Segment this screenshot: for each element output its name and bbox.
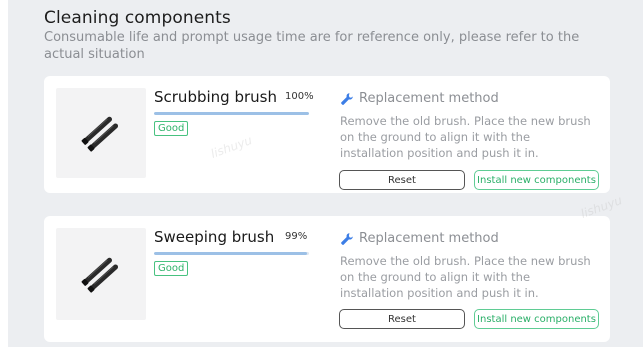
page-subtitle: Consumable life and prompt usage time ar… [44, 30, 580, 62]
life-progress-bar [154, 112, 309, 115]
component-card-sweeping-brush: Sweeping brush 99% Good Replacement meth… [44, 216, 610, 342]
page-edge [0, 0, 8, 347]
wrench-icon [341, 232, 353, 245]
status-badge: Good [154, 261, 189, 276]
life-percent: 99% [285, 231, 308, 242]
status-badge: Good [154, 121, 189, 136]
replacement-method-header: Replacement method [340, 231, 499, 246]
section-header: Cleaning components Consumable life and … [44, 8, 623, 63]
component-name: Scrubbing brush [154, 88, 277, 106]
component-card-scrubbing-brush: Scrubbing brush 100% Good Replacement me… [44, 76, 610, 193]
life-progress-fill [154, 252, 308, 255]
install-new-components-button[interactable]: Install new components [474, 309, 599, 329]
replacement-method-title: Replacement method [359, 91, 499, 106]
brush-icon [81, 257, 119, 293]
install-new-components-button[interactable]: Install new components [474, 170, 599, 190]
component-image [56, 228, 146, 320]
life-percent: 100% [285, 91, 314, 102]
replacement-method-title: Replacement method [359, 231, 499, 246]
component-image [56, 88, 146, 178]
life-progress-fill [154, 112, 309, 115]
component-name: Sweeping brush [154, 228, 275, 246]
brush-icon [81, 116, 119, 152]
wrench-icon [341, 92, 353, 105]
replacement-method-header: Replacement method [340, 91, 499, 106]
reset-button[interactable]: Reset [339, 309, 465, 329]
reset-button[interactable]: Reset [339, 170, 465, 190]
replacement-method-description: Remove the old brush. Place the new brus… [340, 114, 591, 160]
replacement-method-description: Remove the old brush. Place the new brus… [340, 254, 591, 300]
life-progress-bar [154, 252, 309, 255]
page-title: Cleaning components [44, 8, 231, 28]
